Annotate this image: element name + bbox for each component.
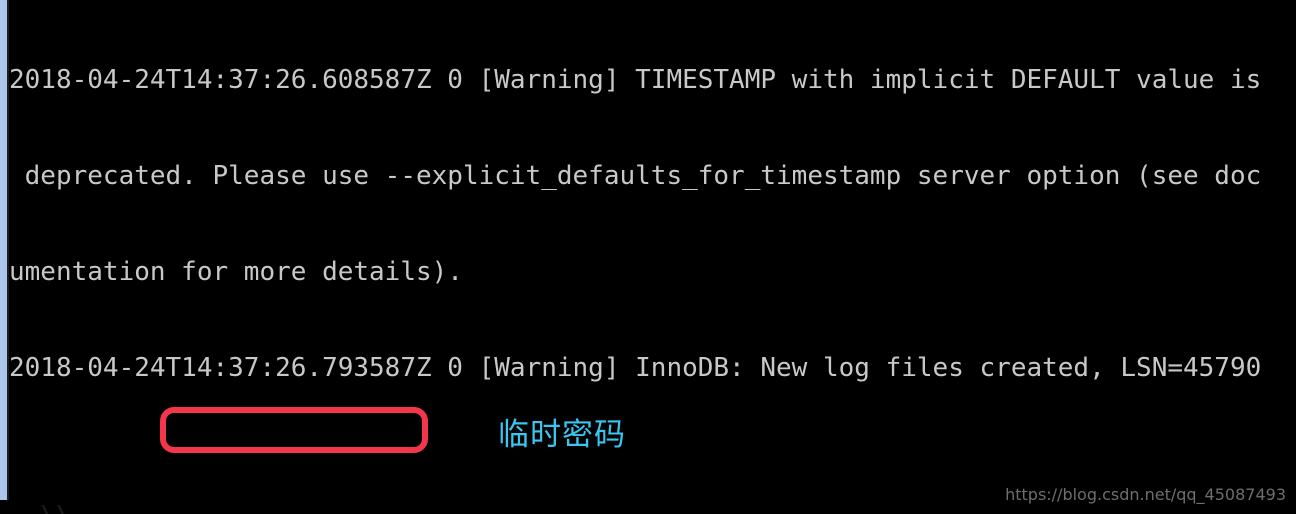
annotation-temporary-password-label: 临时密码 (498, 417, 626, 453)
console-line: 2018-04-24T14:37:26.793587Z 0 [Warning] … (9, 353, 1262, 383)
console-window[interactable]: 2018-04-24T14:37:26.608587Z 0 [Warning] … (0, 0, 1296, 514)
clipped-next-line-artifact: \\. (9, 500, 609, 514)
window-left-edge-strip (0, 0, 7, 500)
watermark-url: https://blog.csdn.net/qq_45087493 (1005, 485, 1286, 504)
console-line: umentation for more details). (9, 257, 463, 287)
console-line: 2018-04-24T14:37:26.608587Z 0 [Warning] … (9, 65, 1262, 95)
terminal-output-area[interactable]: 2018-04-24T14:37:26.608587Z 0 [Warning] … (9, 0, 1296, 514)
console-line: deprecated. Please use --explicit_defaul… (9, 161, 1262, 191)
